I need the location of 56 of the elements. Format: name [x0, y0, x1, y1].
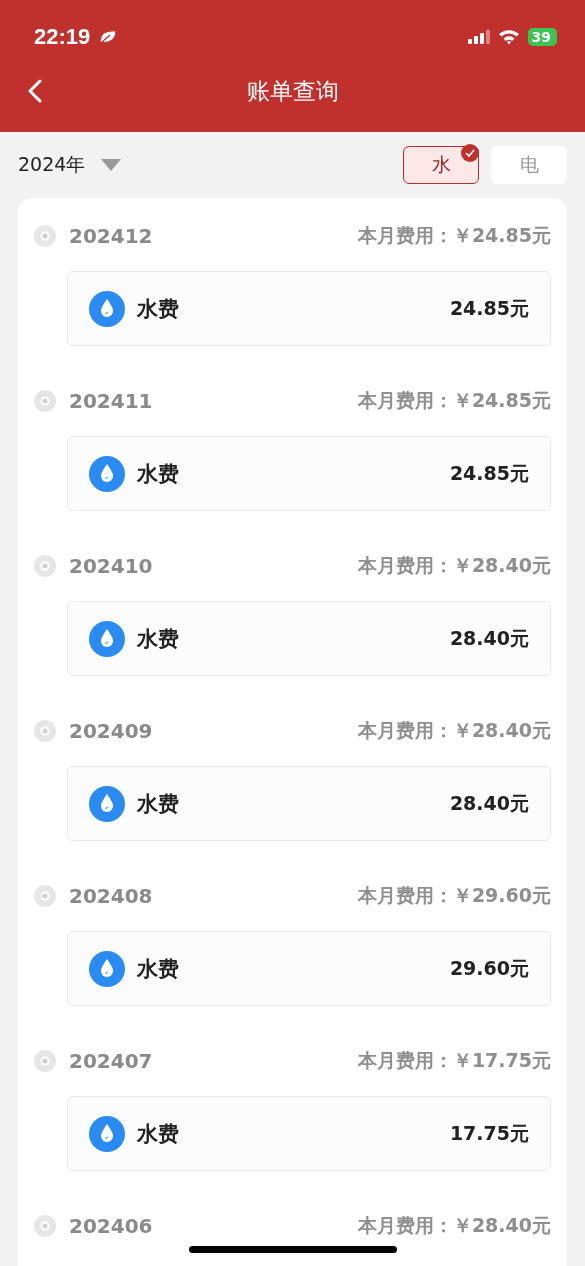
bill-item[interactable]: 水费 24.85元 [67, 436, 551, 511]
month-total: 本月费用：￥17.75元 [357, 1048, 551, 1073]
bill-item[interactable]: 水费 28.40元 [67, 766, 551, 841]
month-total: 本月费用：￥28.40元 [357, 553, 551, 578]
month-total: 本月费用：￥28.40元 [357, 1213, 551, 1238]
bill-amount: 28.40元 [449, 790, 529, 816]
water-drop-icon [89, 455, 125, 492]
bill-amount: 28.40元 [449, 625, 529, 651]
signal-icon [467, 30, 490, 44]
status-time: 22:19 [34, 24, 91, 50]
utility-tab[interactable]: 水 [403, 146, 479, 184]
water-drop-icon [89, 1115, 125, 1152]
bill-amount: 24.85元 [449, 295, 529, 321]
bill-name: 水费 [137, 1120, 179, 1148]
month-label: 202410 [69, 554, 153, 578]
month-label: 202411 [69, 389, 153, 413]
bill-amount: 24.85元 [449, 460, 529, 486]
timeline-dot-icon [34, 390, 56, 412]
month-label: 202412 [69, 224, 153, 248]
check-icon [461, 144, 479, 162]
water-drop-icon [89, 290, 125, 327]
bill-item[interactable]: 水费 24.85元 [67, 271, 551, 346]
timeline-dot-icon [34, 1215, 56, 1237]
bill-name: 水费 [137, 790, 179, 818]
bill-amount: 17.75元 [449, 1120, 529, 1146]
month-label: 202409 [69, 719, 153, 743]
wifi-icon [497, 29, 520, 45]
month-label: 202408 [69, 884, 153, 908]
bill-item[interactable]: 水费 28.40元 [67, 601, 551, 676]
page-title: 账单查询 [246, 76, 339, 106]
bill-name: 水费 [137, 460, 179, 488]
timeline-dot-icon [34, 225, 56, 247]
bill-name: 水费 [137, 625, 179, 653]
bill-item[interactable]: 水费 17.75元 [67, 1096, 551, 1171]
water-drop-icon [89, 950, 125, 987]
month-total: 本月费用：￥28.40元 [357, 718, 551, 743]
timeline-dot-icon [34, 885, 56, 907]
battery-icon: 39 [527, 28, 557, 46]
water-drop-icon [89, 620, 125, 657]
bill-item[interactable]: 水费 29.60元 [67, 931, 551, 1006]
month-label: 202407 [69, 1049, 153, 1073]
month-total: 本月费用：￥24.85元 [357, 388, 551, 413]
month-label: 202406 [69, 1214, 153, 1238]
caret-icon [101, 159, 122, 171]
bill-amount: 29.60元 [449, 955, 529, 981]
leaf-icon [98, 29, 119, 45]
bill-name: 水费 [137, 955, 179, 983]
bill-name: 水费 [137, 295, 179, 323]
month-total: 本月费用：￥29.60元 [357, 883, 551, 908]
timeline-dot-icon [34, 555, 56, 577]
month-total: 本月费用：￥24.85元 [357, 223, 551, 248]
year-dropdown[interactable]: 2024年 [18, 152, 122, 178]
water-drop-icon [89, 785, 125, 822]
timeline-dot-icon [34, 1050, 56, 1072]
timeline-dot-icon [34, 720, 56, 742]
back-icon[interactable] [28, 79, 42, 103]
